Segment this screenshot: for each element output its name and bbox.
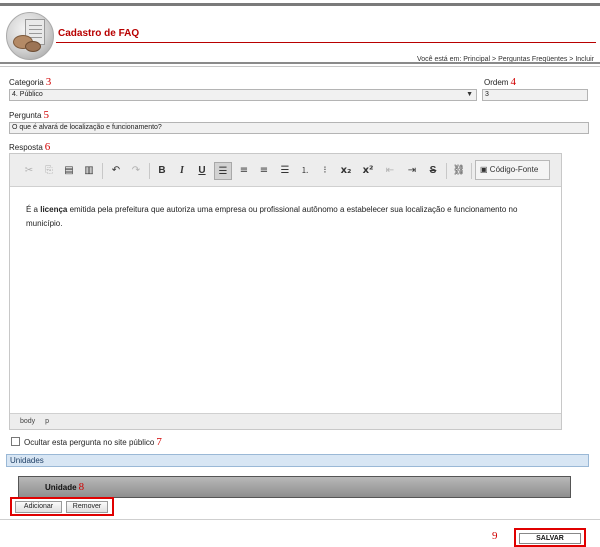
categoria-selected-value: 4. Público bbox=[12, 91, 43, 98]
title-underline bbox=[56, 42, 596, 43]
redo-icon[interactable]: ↷ bbox=[127, 162, 145, 180]
header-subdivider bbox=[0, 66, 600, 67]
cut-icon[interactable]: ✂ bbox=[20, 162, 38, 180]
strikethrough-icon[interactable]: S bbox=[424, 162, 442, 180]
rich-text-editor[interactable]: ✂ ⎘ ▤ ▥ ↶ ↷ B I U ☰ ≡ ≡ ☰ ⒈ ⁝ x₂ x² ⇤ ⇥ … bbox=[9, 153, 562, 430]
unidades-actions: Adicionar Remover bbox=[10, 497, 114, 516]
toolbar-separator bbox=[446, 163, 447, 179]
source-code-button[interactable]: ▣ Código-Fonte bbox=[475, 160, 550, 180]
copy-icon[interactable]: ⎘ bbox=[40, 162, 58, 180]
save-highlight: SALVAR bbox=[514, 528, 586, 547]
subscript-icon[interactable]: x₂ bbox=[337, 162, 355, 180]
unidade-column-header: Unidade 8 bbox=[18, 476, 571, 498]
path-item-body[interactable]: body bbox=[20, 418, 35, 425]
page-title: Cadastro de FAQ bbox=[58, 28, 140, 39]
step-marker-6: 6 bbox=[44, 141, 51, 153]
align-left-icon[interactable]: ☰ bbox=[214, 162, 232, 180]
ordem-label: Ordem 4 bbox=[484, 76, 516, 88]
path-item-p[interactable]: p bbox=[45, 418, 49, 425]
answer-text-bold: licença bbox=[40, 205, 68, 214]
undo-icon[interactable]: ↶ bbox=[107, 162, 125, 180]
ordem-input[interactable]: 3 bbox=[482, 89, 588, 101]
toolbar-separator bbox=[149, 163, 150, 179]
adicionar-button[interactable]: Adicionar bbox=[15, 501, 62, 513]
ocultar-label: Ocultar esta pergunta no site público 7 bbox=[24, 436, 162, 448]
ocultar-checkbox[interactable] bbox=[11, 437, 20, 446]
step-marker-8: 8 bbox=[78, 481, 85, 493]
bottom-divider bbox=[0, 519, 600, 520]
source-code-label: Código-Fonte bbox=[489, 165, 539, 174]
answer-text-prefix: É a bbox=[26, 205, 41, 214]
step-marker-4: 4 bbox=[510, 76, 516, 88]
categoria-select[interactable]: 4. Público ▼ bbox=[9, 89, 477, 101]
source-icon: ▣ bbox=[480, 165, 488, 174]
salvar-button[interactable]: SALVAR bbox=[519, 533, 581, 544]
outdent-icon[interactable]: ⇤ bbox=[381, 162, 399, 180]
unidades-section-header: Unidades bbox=[6, 454, 589, 467]
save-marker-wrap: 9 bbox=[490, 530, 498, 542]
justify-icon[interactable]: ☰ bbox=[276, 162, 294, 180]
step-marker-3: 3 bbox=[45, 76, 52, 88]
link-icon[interactable]: ⛓ bbox=[450, 162, 468, 180]
page-header: Cadastro de FAQ Você está em: Principal … bbox=[0, 6, 600, 63]
align-right-icon[interactable]: ≡ bbox=[255, 162, 273, 180]
step-marker-5: 5 bbox=[43, 109, 49, 121]
toolbar-separator bbox=[102, 163, 103, 179]
step-marker-9: 9 bbox=[492, 530, 498, 542]
bullet-list-icon[interactable]: ⁝ bbox=[316, 162, 334, 180]
editor-content[interactable]: É a licença emitida pela prefeitura que … bbox=[26, 203, 551, 231]
dropdown-arrow-icon[interactable]: ▼ bbox=[466, 90, 473, 100]
superscript-icon[interactable]: x² bbox=[359, 162, 377, 180]
editor-element-path: body p bbox=[10, 413, 561, 429]
remover-button[interactable]: Remover bbox=[66, 501, 108, 513]
indent-icon[interactable]: ⇥ bbox=[403, 162, 421, 180]
underline-icon[interactable]: U bbox=[193, 162, 211, 180]
pergunta-label: Pergunta 5 bbox=[9, 109, 49, 121]
numbered-list-icon[interactable]: ⒈ bbox=[296, 162, 314, 180]
paste-icon[interactable]: ▤ bbox=[60, 162, 78, 180]
toolbar-separator bbox=[471, 163, 472, 179]
faq-logo-icon bbox=[6, 12, 54, 60]
step-marker-7: 7 bbox=[156, 436, 162, 448]
paste-text-icon[interactable]: ▥ bbox=[80, 162, 98, 180]
bold-icon[interactable]: B bbox=[153, 162, 171, 180]
header-divider bbox=[0, 62, 600, 64]
categoria-label: Categoria 3 bbox=[9, 76, 52, 88]
italic-icon[interactable]: I bbox=[173, 162, 191, 180]
editor-toolbar: ✂ ⎘ ▤ ▥ ↶ ↷ B I U ☰ ≡ ≡ ☰ ⒈ ⁝ x₂ x² ⇤ ⇥ … bbox=[10, 154, 561, 187]
answer-text-rest: emitida pela prefeitura que autoriza uma… bbox=[26, 205, 518, 228]
pergunta-input[interactable]: O que é alvará de localização e funciona… bbox=[9, 122, 589, 134]
resposta-label: Resposta 6 bbox=[9, 141, 51, 153]
align-center-icon[interactable]: ≡ bbox=[235, 162, 253, 180]
